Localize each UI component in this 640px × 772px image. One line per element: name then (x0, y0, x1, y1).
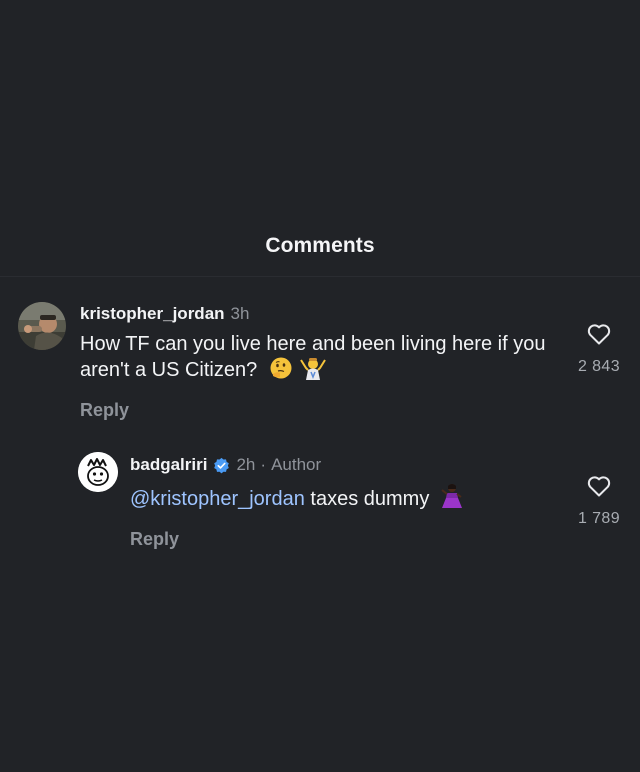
heart-icon[interactable] (586, 322, 612, 346)
comment-time: 3h (230, 304, 250, 323)
author-label: Author (271, 455, 322, 474)
reply-button[interactable]: Reply (80, 400, 129, 420)
comment-username[interactable]: badgalriri (130, 455, 207, 475)
comment-text: How TF can you live here and been living… (80, 332, 548, 386)
reply-button[interactable]: Reply (130, 529, 179, 549)
comments-header: Comments (0, 222, 640, 270)
page-title: Comments (265, 234, 375, 257)
comment-username[interactable]: kristopher_jordan (80, 304, 225, 324)
reply-comment-item: badgalriri 2h · Author @kristopher_jorda… (78, 452, 548, 550)
mention-link[interactable]: @kristopher_jordan (130, 488, 305, 510)
like-column: 1 789 (568, 474, 630, 528)
comment-content: badgalriri 2h · Author @kristopher_jorda… (130, 452, 548, 550)
avatar[interactable] (18, 302, 66, 350)
comments-screen: Comments kristopher_jordan 3h How TF can (0, 0, 640, 772)
dancer-icon (441, 483, 463, 515)
avatar-photo (18, 302, 66, 350)
heart-icon[interactable] (586, 474, 612, 498)
like-count: 2 843 (577, 358, 621, 375)
verified-badge-icon (214, 457, 230, 473)
comment-message: taxes dummy (304, 488, 430, 510)
like-column: 2 843 (568, 322, 630, 376)
like-count: 1 789 (577, 510, 621, 527)
comment-meta: kristopher_jordan 3h (80, 304, 548, 324)
thinking-face-icon (269, 356, 293, 386)
meta-separator: · (260, 455, 267, 474)
comment-time: 2h (236, 455, 256, 474)
comment-meta: badgalriri 2h · Author (130, 455, 548, 475)
shrug-icon (300, 356, 327, 386)
comment-item: kristopher_jordan 3h How TF can you live… (18, 302, 548, 421)
header-divider (0, 276, 640, 277)
avatar[interactable] (78, 452, 118, 492)
comment-content: kristopher_jordan 3h How TF can you live… (80, 302, 548, 421)
comment-text: @kristopher_jordan taxes dummy (130, 483, 548, 515)
avatar-drawing (78, 452, 118, 492)
